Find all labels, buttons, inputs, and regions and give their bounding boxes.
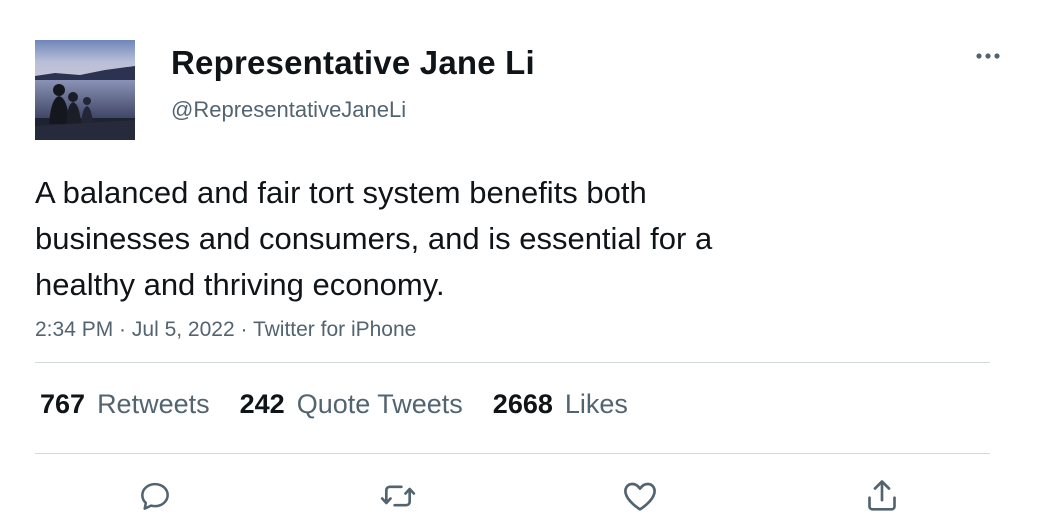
- retweets-count: 767: [40, 389, 86, 419]
- divider: [35, 453, 990, 454]
- likes-stat[interactable]: 2668 Likes: [493, 386, 628, 422]
- tweet-time[interactable]: 2:34 PM: [35, 318, 113, 341]
- more-options-icon: [976, 53, 1000, 59]
- retweet-button[interactable]: [376, 474, 420, 518]
- more-options-button[interactable]: [970, 42, 1006, 70]
- tweet-text-line: A balanced and fair tort system benefits…: [35, 175, 647, 210]
- tweet-text-line: healthy and thriving economy.: [35, 267, 445, 302]
- author-handle[interactable]: @RepresentativeJaneLi: [171, 96, 406, 124]
- tweet-text: A balanced and fair tort system benefits…: [35, 170, 835, 308]
- tweet-actions: [0, 474, 1050, 518]
- tweet-stats: 767 Retweets 242 Quote Tweets 2668 Likes: [40, 386, 658, 422]
- tweet-card: Representative Jane Li @RepresentativeJa…: [0, 0, 1050, 525]
- quote-tweets-label: Quote Tweets: [296, 389, 463, 419]
- retweets-stat[interactable]: 767 Retweets: [40, 386, 210, 422]
- meta-separator: ·: [234, 318, 253, 341]
- likes-count: 2668: [492, 389, 553, 419]
- profile-photo-icon: [35, 40, 135, 140]
- divider: [35, 362, 990, 363]
- share-button[interactable]: [860, 474, 904, 518]
- tweet-text-line: businesses and consumers, and is essenti…: [35, 221, 713, 256]
- reply-button[interactable]: [133, 474, 177, 518]
- reply-icon: [141, 482, 169, 510]
- retweet-icon: [380, 485, 416, 507]
- avatar[interactable]: [35, 40, 135, 140]
- likes-label: Likes: [564, 389, 628, 419]
- retweets-label: Retweets: [97, 389, 210, 419]
- heart-icon: [624, 482, 656, 511]
- share-icon: [868, 480, 896, 511]
- meta-separator: ·: [113, 318, 132, 341]
- quote-tweets-stat[interactable]: 242 Quote Tweets: [240, 386, 463, 422]
- author-display-name[interactable]: Representative Jane Li: [171, 43, 535, 83]
- tweet-source[interactable]: Twitter for iPhone: [253, 318, 416, 341]
- quote-tweets-count: 242: [239, 389, 285, 419]
- tweet-date[interactable]: Jul 5, 2022: [132, 318, 235, 341]
- like-button[interactable]: [618, 474, 662, 518]
- tweet-meta: 2:34 PM · Jul 5, 2022 · Twitter for iPho…: [35, 315, 416, 345]
